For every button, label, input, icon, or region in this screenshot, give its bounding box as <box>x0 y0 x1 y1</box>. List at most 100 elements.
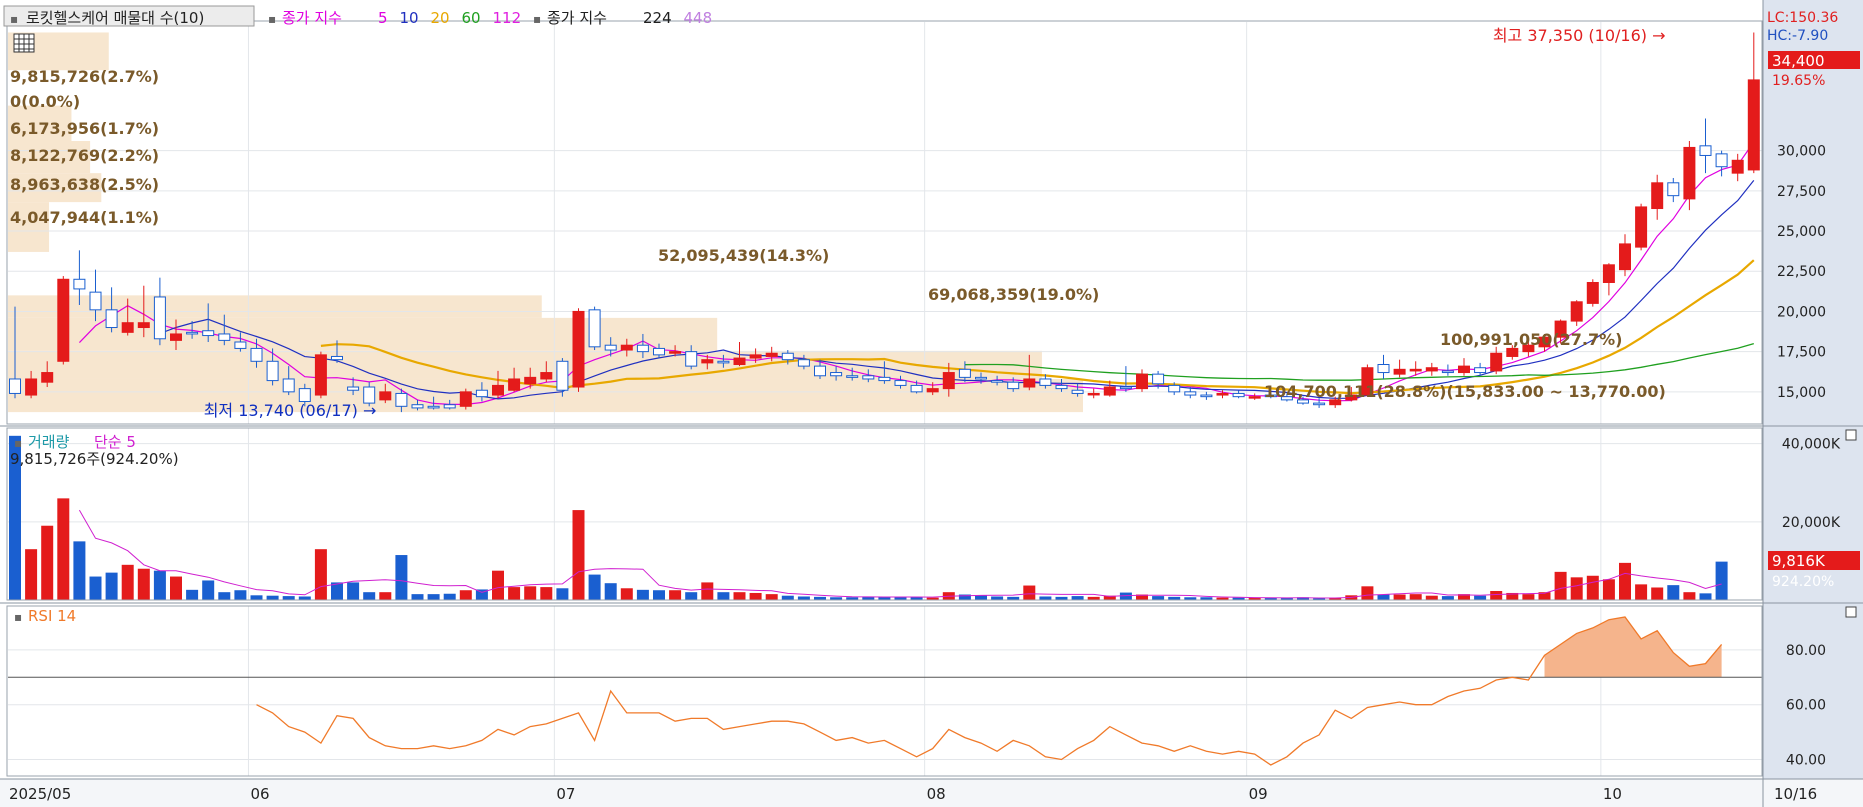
candle-body <box>1393 368 1406 375</box>
volume-bar <box>298 596 311 600</box>
candle-body <box>1055 384 1068 390</box>
volume-bar <box>1699 593 1712 600</box>
volume-bar <box>170 576 182 600</box>
candle-body <box>1007 381 1020 390</box>
price-tick-label: 27,500 <box>1777 184 1826 200</box>
candle-body <box>314 354 327 396</box>
price-tick-label: 30,000 <box>1777 144 1826 160</box>
price-tick-label: 25,000 <box>1777 224 1826 240</box>
candle-body <box>1216 392 1229 396</box>
volume-bar <box>701 582 714 600</box>
candle-body <box>1441 370 1454 374</box>
volume-profile-label: 9,815,726(2.7%) <box>10 67 159 86</box>
candle-body <box>1409 368 1422 372</box>
volume-bar <box>282 596 295 600</box>
candle-body <box>266 360 279 382</box>
candle-body <box>1168 384 1181 393</box>
volume-bar <box>1586 575 1599 600</box>
candle-body <box>1184 391 1197 396</box>
candle-body <box>604 344 617 351</box>
candle-body <box>73 278 86 290</box>
volume-bar <box>202 580 215 600</box>
volume-bar <box>411 594 424 600</box>
legend-ma-period: 20 <box>431 9 450 27</box>
volume-profile-label: 4,047,944(1.1%) <box>10 208 159 227</box>
volume-profile-label: 8,122,769(2.2%) <box>10 146 159 165</box>
chart-title: 로킷헬스케어 매물대 수(10) <box>26 9 204 27</box>
date-tick-label: 06 <box>250 785 269 803</box>
volume-bar <box>588 574 601 600</box>
candle-body <box>1635 206 1648 248</box>
volume-bar <box>41 525 54 600</box>
candle-body <box>1248 396 1261 399</box>
volume-bar <box>1490 591 1503 600</box>
volume-bar <box>266 595 279 600</box>
legend-ma-period: 5 <box>378 9 388 27</box>
price-tick-label: 20,000 <box>1777 304 1826 320</box>
volume-bar <box>89 576 102 600</box>
candle-body <box>1747 79 1760 171</box>
candle-body <box>1683 146 1696 200</box>
volume-profile-label: 69,068,359(19.0%) <box>928 285 1099 304</box>
volume-bar <box>749 592 762 600</box>
volume-profile-label: 104,700,111(28.8%)(15,833.00 ~ 13,770.00… <box>1264 382 1666 401</box>
volume-ma-label: 단순 5 <box>94 433 136 451</box>
candle-body <box>186 331 199 335</box>
high-marker-label: 최고 37,350 (10/16) → <box>1493 26 1666 45</box>
candle-body <box>588 309 601 348</box>
volume-last-value: 9,816K <box>1772 552 1826 570</box>
candle-body <box>958 368 971 378</box>
candle-body <box>41 372 54 383</box>
candle-body <box>508 378 521 391</box>
candle-body <box>1570 301 1583 322</box>
volume-bar <box>105 572 118 600</box>
legend-ma-period: 60 <box>462 9 481 27</box>
volume-bar <box>379 592 392 600</box>
volume-profile-label: 8,963,638(2.5%) <box>10 175 159 194</box>
volume-bar <box>250 595 263 600</box>
candle-body <box>1136 373 1148 390</box>
volume-bar <box>797 596 810 600</box>
hc-label: HC:-7.90 <box>1767 28 1828 44</box>
volume-profile-label: 0(0.0%) <box>10 92 80 111</box>
low-marker-label: 최저 13,740 (06/17) → <box>204 401 377 420</box>
volume-bar <box>765 594 778 600</box>
volume-bar <box>1039 596 1052 600</box>
volume-bar <box>556 588 569 600</box>
candle-body <box>1731 159 1744 174</box>
rsi-tick-label: 80.00 <box>1786 643 1826 659</box>
candle-body <box>1490 352 1503 372</box>
volume-bar <box>1377 594 1390 600</box>
volume-profile-band <box>8 350 1042 379</box>
candle-body <box>137 322 150 329</box>
candle-body <box>1103 386 1116 396</box>
candle-body <box>1506 347 1519 357</box>
candle-body <box>701 359 714 364</box>
volume-bar <box>121 564 134 600</box>
legend-ma2-period: 448 <box>684 9 713 27</box>
candle-body <box>1651 182 1664 210</box>
volume-bar <box>137 568 150 600</box>
candle-body <box>733 357 746 366</box>
candle-body <box>1715 153 1728 168</box>
legend-ma2-prefix: 종가 지수 <box>547 9 607 27</box>
candle-body <box>991 380 1004 383</box>
date-tick-label: 09 <box>1249 785 1268 803</box>
price-tick-label: 15,000 <box>1777 385 1826 401</box>
candle-body <box>1232 392 1245 398</box>
candle-body <box>1023 378 1036 388</box>
candle-body <box>459 391 472 407</box>
volume-bar <box>1683 592 1696 600</box>
rsi-square-icon: ▪ <box>14 610 22 624</box>
lc-label: LC:150.36 <box>1767 10 1838 26</box>
volume-title: 거래량 <box>28 433 70 451</box>
stock-chart[interactable]: ▪ 로킷헬스케어 매물대 수(10) ▪ 종가 지수 5 10 20 60 112 ▪ 종가 지수 2… <box>0 0 1863 807</box>
volume-profile-label: 52,095,439(14.3%) <box>658 246 829 265</box>
legend-ma-period: 112 <box>493 9 522 27</box>
candle-body <box>1071 389 1084 394</box>
volume-bar <box>1152 596 1165 600</box>
price-tick-label: 22,500 <box>1777 264 1826 280</box>
volume-bar <box>733 592 746 600</box>
volume-bar <box>1715 561 1728 600</box>
volume-pct-label: 924.20% <box>1772 574 1834 590</box>
